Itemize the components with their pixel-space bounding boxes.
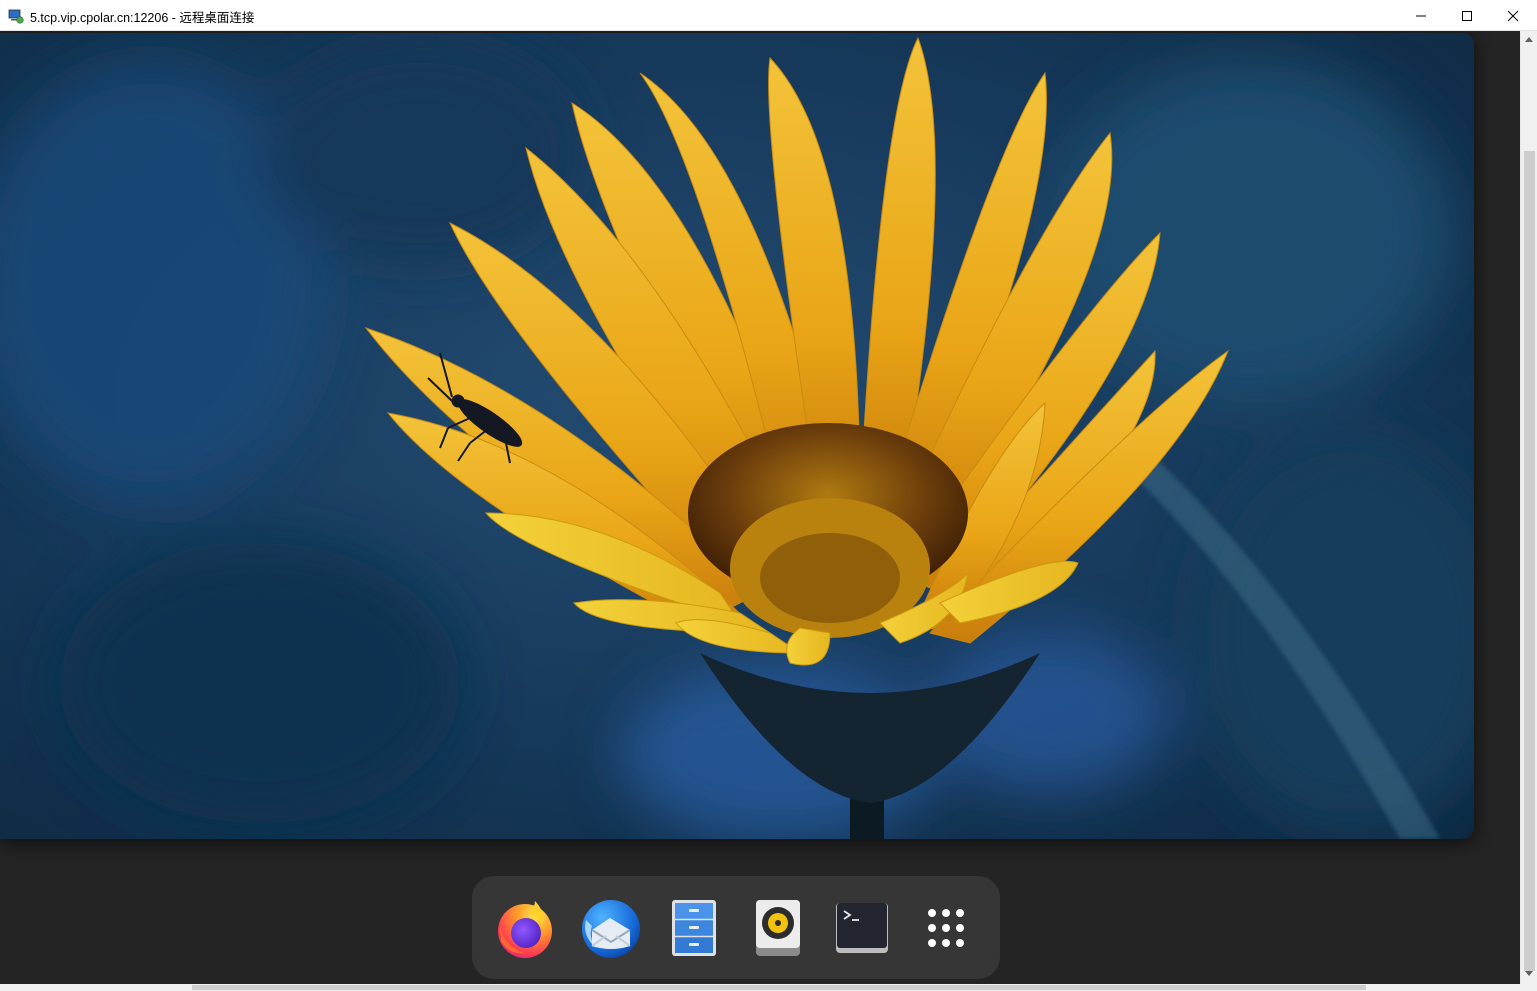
scroll-down-icon[interactable] [1525, 971, 1533, 976]
horizontal-scrollbar[interactable] [0, 984, 1520, 991]
speaker-icon [756, 900, 800, 956]
maximize-icon [1462, 10, 1472, 21]
close-button[interactable] [1490, 0, 1536, 31]
scrollbar-corner [1520, 984, 1537, 991]
thunderbird-icon [582, 900, 640, 958]
firefox-icon [498, 901, 552, 958]
app-grid-icon [928, 909, 964, 947]
window-title: 5.tcp.vip.cpolar.cn:12206 - 远程桌面连接 [30, 11, 255, 25]
close-icon [1507, 10, 1519, 21]
dock-terminal[interactable] [829, 895, 895, 961]
minimize-button[interactable] [1398, 0, 1444, 31]
dock-thunderbird[interactable] [577, 895, 643, 961]
dock-rhythmbox[interactable] [745, 895, 811, 961]
terminal-icon [836, 903, 888, 953]
dock-firefox[interactable] [493, 895, 559, 961]
desktop-wallpaper [0, 33, 1474, 839]
file-cabinet-icon [672, 900, 716, 956]
remote-desktop-icon [8, 9, 24, 24]
vertical-scroll-thumb[interactable] [1524, 151, 1535, 971]
dock-show-applications[interactable] [913, 895, 979, 961]
vertical-scrollbar[interactable] [1520, 31, 1537, 984]
app-dock [472, 876, 1000, 979]
scroll-up-icon[interactable] [1525, 37, 1533, 42]
window-titlebar[interactable]: 5.tcp.vip.cpolar.cn:12206 - 远程桌面连接 [0, 0, 1537, 31]
flower-wallpaper-image [0, 33, 1474, 839]
dock-files[interactable] [661, 895, 727, 961]
remote-desktop-view[interactable] [0, 31, 1520, 984]
maximize-button[interactable] [1444, 0, 1490, 31]
horizontal-scroll-thumb[interactable] [192, 985, 1366, 990]
minimize-icon [1416, 15, 1426, 16]
